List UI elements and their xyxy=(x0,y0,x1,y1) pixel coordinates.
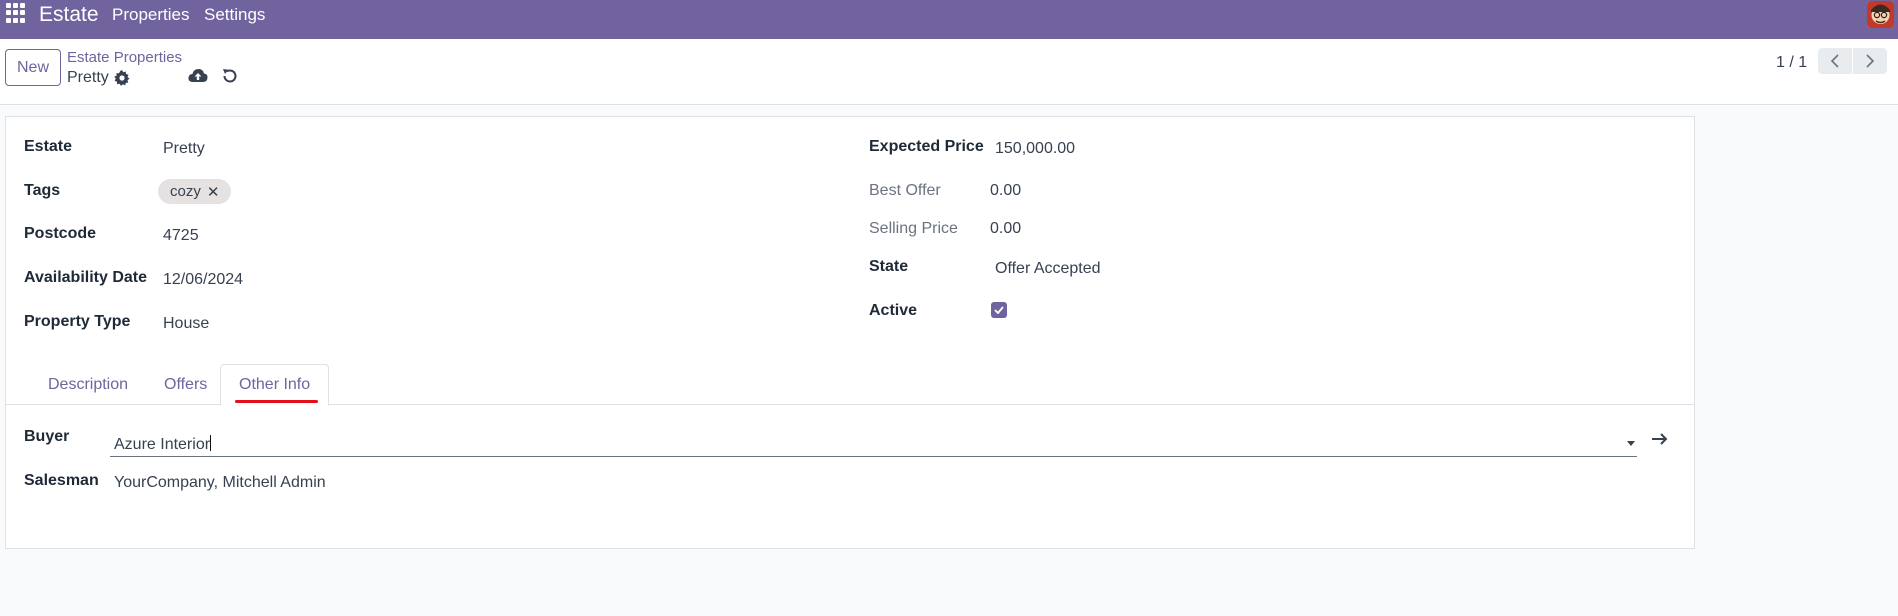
buyer-label: Buyer xyxy=(24,428,70,445)
state-label: State xyxy=(869,258,909,275)
active-checkbox[interactable] xyxy=(991,302,1007,318)
annotation-underline xyxy=(235,400,318,403)
salesman-field[interactable]: YourCompany, Mitchell Admin xyxy=(114,474,326,492)
buyer-field[interactable]: Azure Interior xyxy=(110,429,1637,457)
tab-description[interactable]: Description xyxy=(30,364,146,405)
breadcrumb[interactable]: Estate Properties xyxy=(67,49,182,66)
new-button[interactable]: New xyxy=(5,49,61,86)
tags-label: Tags xyxy=(24,182,61,199)
chevron-right-icon xyxy=(1866,54,1875,68)
selling-price-label: Selling Price xyxy=(869,220,958,237)
menu-settings[interactable]: Settings xyxy=(204,5,265,25)
form-sheet: Estate Pretty Tags cozy ✕ Postcode 4725 … xyxy=(5,116,1695,549)
pager-value[interactable]: 1 / 1 xyxy=(1776,54,1807,72)
tag-label: cozy xyxy=(170,183,201,200)
property-type-label: Property Type xyxy=(24,313,131,330)
check-icon xyxy=(994,306,1004,314)
apps-grid-icon[interactable] xyxy=(6,3,26,23)
estate-label: Estate xyxy=(24,138,73,155)
buyer-value: Azure Interior xyxy=(114,436,211,453)
notebook-tabs: Description Offers Other Info xyxy=(6,364,1694,406)
expected-price-label: Expected Price xyxy=(869,138,984,155)
gear-icon[interactable] xyxy=(114,70,130,86)
selling-price-value: 0.00 xyxy=(990,220,1022,237)
salesman-label: Salesman xyxy=(24,472,99,489)
app-brand[interactable]: Estate xyxy=(39,3,99,27)
control-panel: New Estate Properties Pretty 1 / 1 xyxy=(0,39,1898,105)
property-type-field[interactable]: House xyxy=(163,315,209,333)
avatar[interactable] xyxy=(1867,1,1894,28)
text-cursor xyxy=(210,435,212,451)
state-field[interactable]: Offer Accepted xyxy=(995,260,1101,278)
menu-properties[interactable]: Properties xyxy=(112,5,189,25)
tab-offers[interactable]: Offers xyxy=(146,364,225,405)
chevron-left-icon xyxy=(1830,54,1839,68)
tag-remove-icon[interactable]: ✕ xyxy=(207,183,220,201)
active-label: Active xyxy=(869,302,918,319)
availability-date-label: Availability Date xyxy=(24,269,148,286)
best-offer-value: 0.00 xyxy=(990,182,1022,199)
expected-price-field[interactable]: 150,000.00 xyxy=(995,140,1075,158)
arrow-right-icon[interactable] xyxy=(1650,429,1670,449)
availability-date-field[interactable]: 12/06/2024 xyxy=(163,271,243,289)
caret-down-icon[interactable] xyxy=(1627,441,1635,446)
postcode-label: Postcode xyxy=(24,225,97,242)
tag-badge: cozy ✕ xyxy=(158,179,232,204)
discard-icon[interactable] xyxy=(221,67,239,85)
estate-field[interactable]: Pretty xyxy=(163,140,205,158)
pager-next-button[interactable] xyxy=(1853,48,1887,74)
record-name: Pretty xyxy=(67,69,109,86)
top-navbar: Estate Properties Settings xyxy=(0,0,1898,39)
pager-previous-button[interactable] xyxy=(1818,48,1852,74)
best-offer-label: Best Offer xyxy=(869,182,941,199)
postcode-field[interactable]: 4725 xyxy=(163,227,199,245)
cloud-upload-icon[interactable] xyxy=(188,67,208,85)
